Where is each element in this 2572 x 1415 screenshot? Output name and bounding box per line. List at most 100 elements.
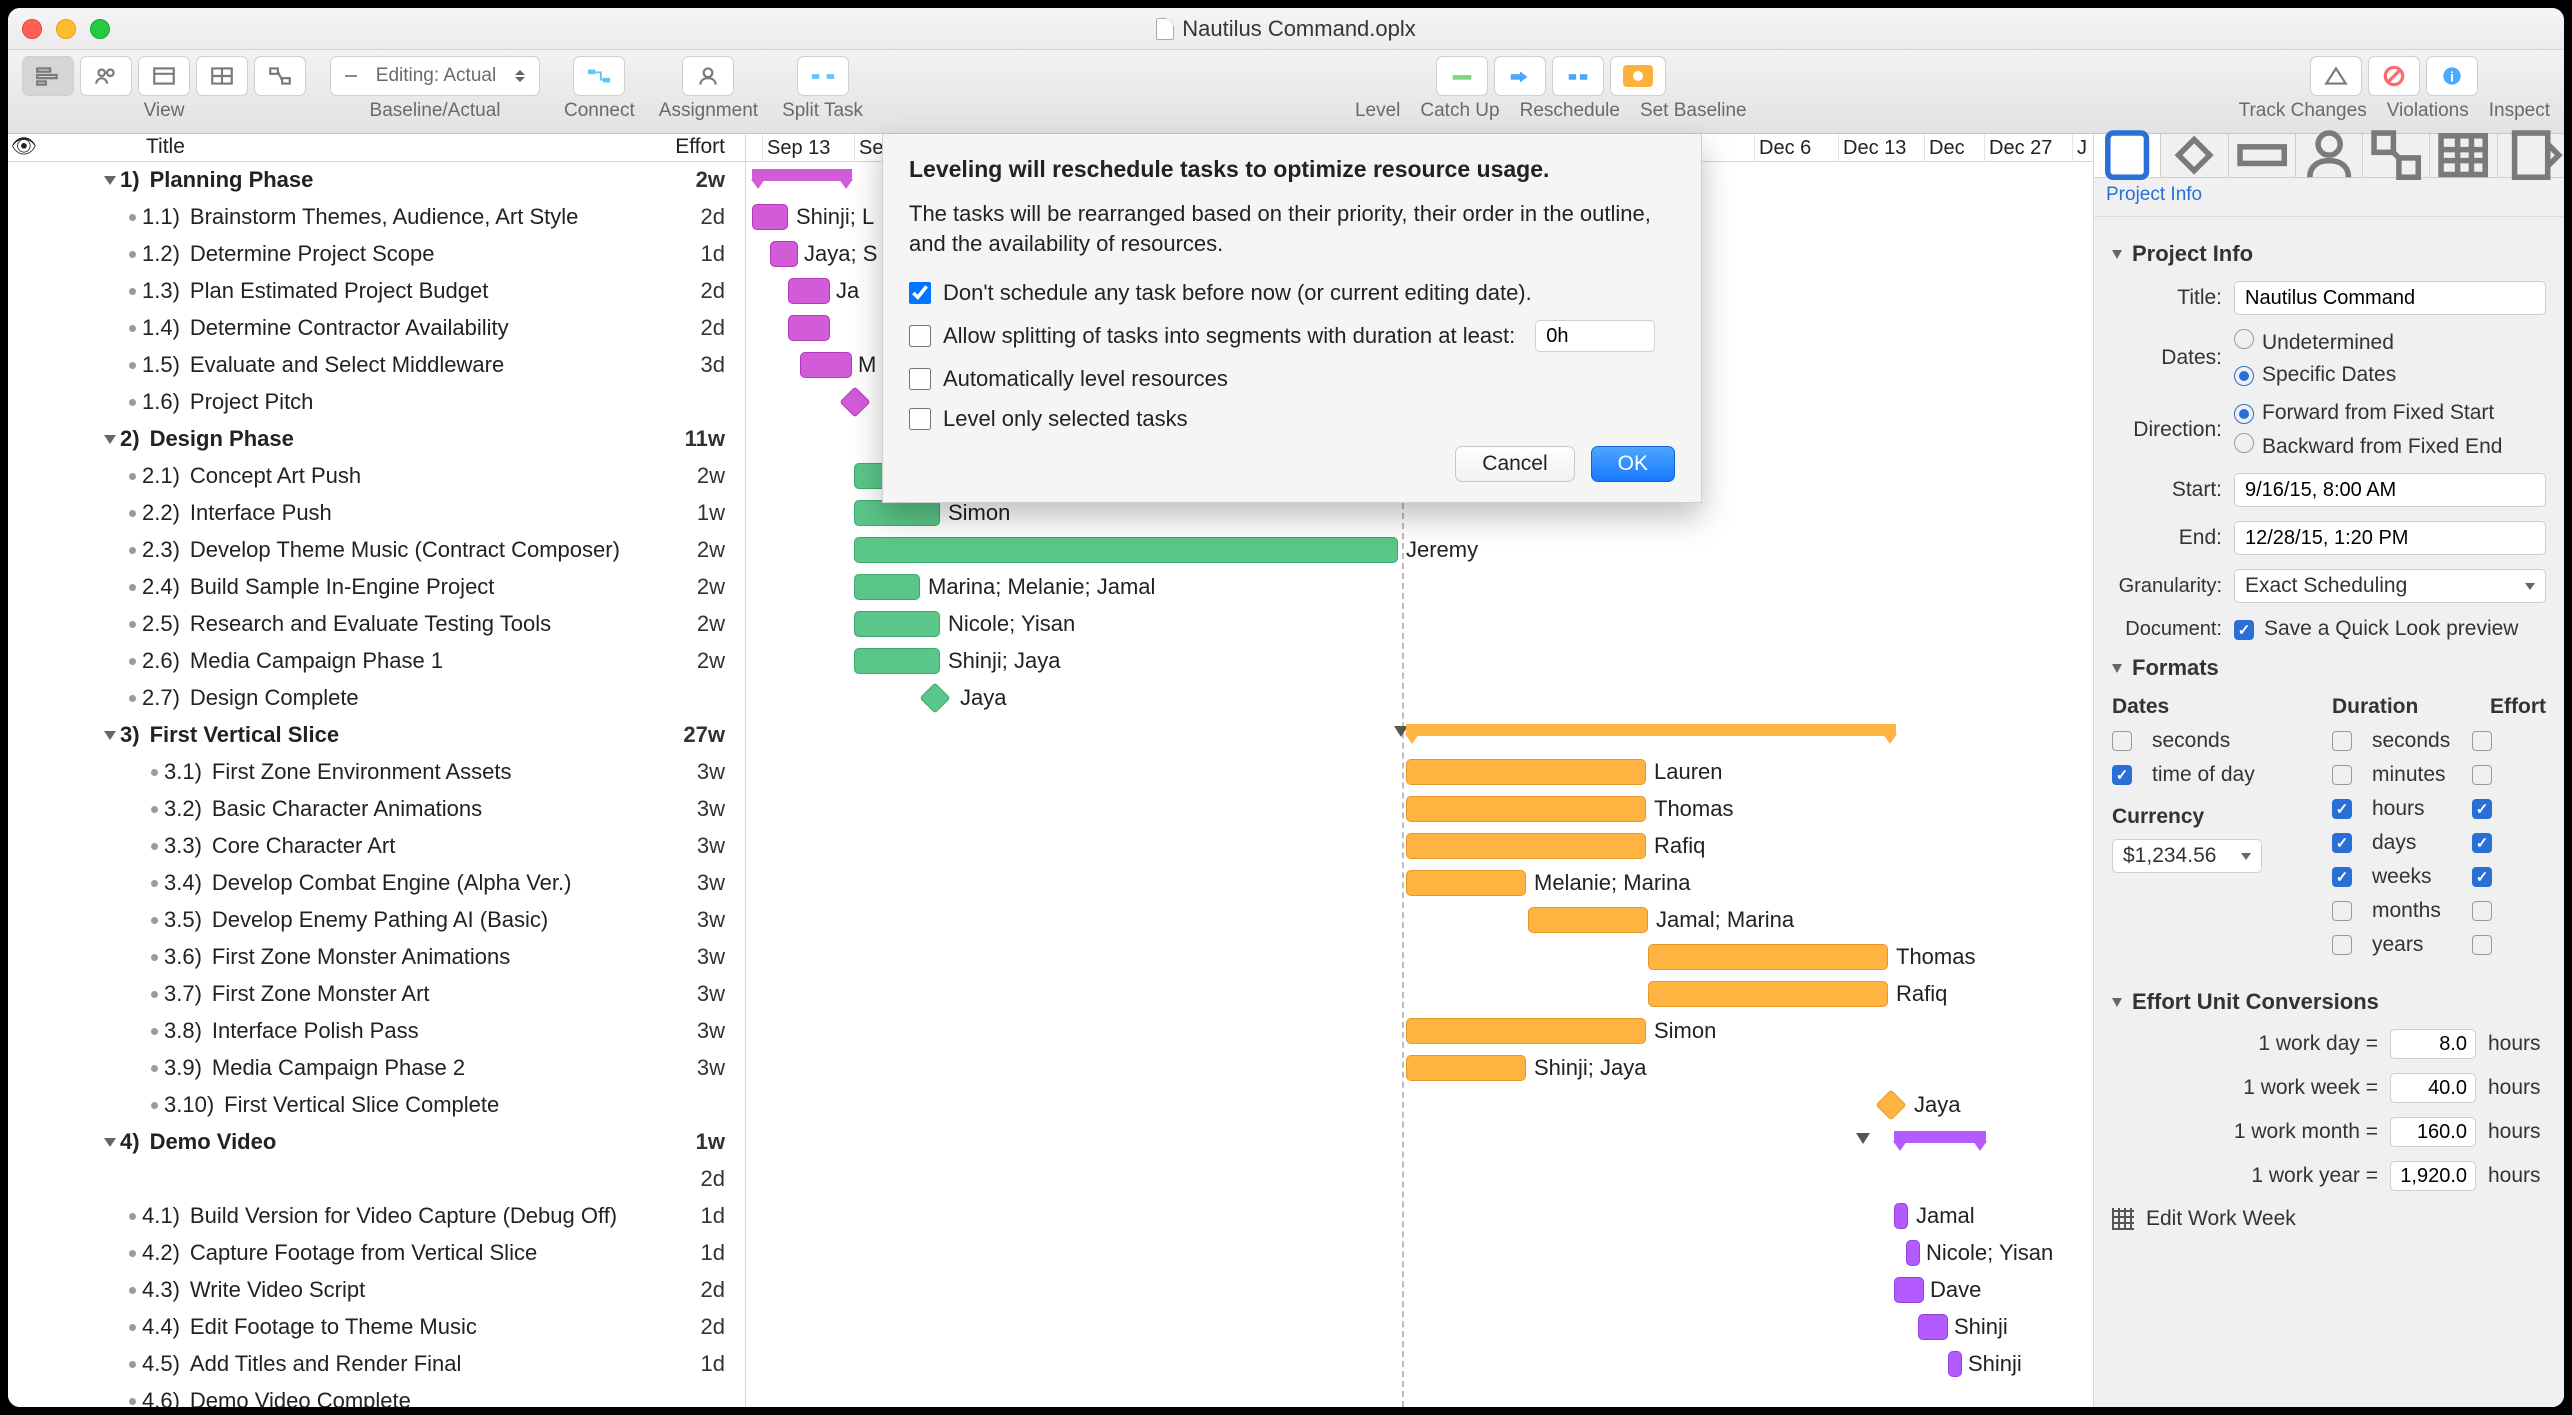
outline-row[interactable]: 4.2) Capture Footage from Vertical Slice…	[8, 1235, 745, 1272]
outline-row[interactable]: 1.6) Project Pitch	[8, 384, 745, 421]
outline-row[interactable]: 3.1) First Zone Environment Assets 3w	[8, 754, 745, 791]
outline-row[interactable]: 3) First Vertical Slice 27w	[8, 717, 745, 754]
project-title-input[interactable]	[2234, 281, 2546, 315]
task-bar[interactable]	[1406, 1055, 1526, 1081]
task-bar[interactable]	[854, 574, 920, 600]
level-only-selected-checkbox[interactable]: Level only selected tasks	[909, 406, 1675, 432]
duration-hours-checkbox[interactable]	[2332, 799, 2352, 819]
outline-row[interactable]: 1.4) Determine Contractor Availability 2…	[8, 310, 745, 347]
task-bar[interactable]	[854, 537, 1398, 563]
task-bar[interactable]	[854, 648, 940, 674]
task-bar[interactable]	[1894, 1203, 1908, 1229]
section-conversions[interactable]: Effort Unit Conversions	[2112, 989, 2546, 1015]
effort-weeks-checkbox[interactable]	[2472, 867, 2492, 887]
connect-button[interactable]	[573, 56, 625, 96]
assignment-button[interactable]	[682, 56, 734, 96]
task-bar[interactable]	[1648, 944, 1888, 970]
disclosure-triangle-icon[interactable]	[100, 435, 120, 444]
outline-row[interactable]: 4.5) Add Titles and Render Final 1d	[8, 1346, 745, 1383]
task-outline[interactable]: 👁 Title Effort 1) Planning Phase 2w 1.1)…	[8, 134, 746, 1407]
inspector-tab-styles[interactable]	[2363, 134, 2430, 177]
outline-row[interactable]: 2.6) Media Campaign Phase 1 2w	[8, 643, 745, 680]
outline-row[interactable]: 3.8) Interface Polish Pass 3w	[8, 1013, 745, 1050]
inspector-tab-resource[interactable]	[2296, 134, 2363, 177]
eye-icon[interactable]: 👁	[8, 135, 40, 159]
effort-hours-checkbox[interactable]	[2472, 799, 2492, 819]
outline-row[interactable]: 2.4) Build Sample In-Engine Project 2w	[8, 569, 745, 606]
effort-months-checkbox[interactable]	[2472, 901, 2492, 921]
milestone-diamond[interactable]	[839, 386, 870, 417]
edit-work-week-button[interactable]: Edit Work Week	[2112, 1207, 2546, 1231]
duration-seconds-checkbox[interactable]	[2332, 731, 2352, 751]
outline-row[interactable]: 3.3) Core Character Art 3w	[8, 828, 745, 865]
task-bar[interactable]	[1918, 1314, 1948, 1340]
dates-seconds-checkbox[interactable]: seconds	[2112, 729, 2230, 753]
outline-row[interactable]: 1) Planning Phase 2w	[8, 162, 745, 199]
outline-row[interactable]: 4) Demo Video 1w	[8, 1124, 745, 1161]
direction-backward-radio[interactable]: Backward from Fixed End	[2234, 433, 2502, 459]
split-duration-input[interactable]	[1535, 320, 1655, 352]
section-formats[interactable]: Formats	[2112, 655, 2546, 681]
inspect-button[interactable]: i	[2426, 56, 2478, 96]
currency-select[interactable]: $1,234.56	[2112, 839, 2262, 873]
task-bar[interactable]	[854, 500, 940, 526]
milestone-diamond[interactable]	[1875, 1089, 1906, 1120]
task-bar[interactable]	[1894, 1277, 1924, 1303]
inspector-tab-task[interactable]	[2229, 134, 2296, 177]
outline-row[interactable]: 3.9) Media Campaign Phase 2 3w	[8, 1050, 745, 1087]
summary-bar[interactable]	[1894, 1131, 1986, 1143]
duration-days-checkbox[interactable]	[2332, 833, 2352, 853]
outline-row[interactable]: 3.6) First Zone Monster Animations 3w	[8, 939, 745, 976]
outline-row[interactable]: 2.5) Research and Evaluate Testing Tools…	[8, 606, 745, 643]
ok-button[interactable]: OK	[1591, 446, 1675, 482]
task-bar[interactable]	[1648, 981, 1888, 1007]
conv-day-input[interactable]	[2390, 1029, 2476, 1059]
split-task-button[interactable]	[797, 56, 849, 96]
conv-month-input[interactable]	[2390, 1117, 2476, 1147]
outline-row[interactable]: 1.1) Brainstorm Themes, Audience, Art St…	[8, 199, 745, 236]
effort-days-checkbox[interactable]	[2472, 833, 2492, 853]
task-bar[interactable]	[752, 204, 788, 230]
duration-months-checkbox[interactable]	[2332, 901, 2352, 921]
outline-row[interactable]: 2.1) Concept Art Push 2w	[8, 458, 745, 495]
view-gantt-button[interactable]	[22, 56, 74, 96]
auto-level-checkbox[interactable]: Automatically level resources	[909, 366, 1675, 392]
outline-row[interactable]: 3.10) First Vertical Slice Complete	[8, 1087, 745, 1124]
outline-row[interactable]: 3.7) First Zone Monster Art 3w	[8, 976, 745, 1013]
column-title[interactable]: Title	[40, 135, 645, 159]
view-grid-button[interactable]	[196, 56, 248, 96]
outline-row[interactable]: 3.5) Develop Enemy Pathing AI (Basic) 3w	[8, 902, 745, 939]
view-resources-button[interactable]	[80, 56, 132, 96]
task-bar[interactable]	[788, 315, 830, 341]
outline-row[interactable]: 2d	[8, 1161, 745, 1198]
cancel-button[interactable]: Cancel	[1455, 446, 1574, 482]
baseline-actual-selector[interactable]: Editing: Actual	[330, 56, 540, 96]
catch-up-button[interactable]	[1494, 56, 1546, 96]
task-bar[interactable]	[854, 611, 940, 637]
direction-forward-radio[interactable]: Forward from Fixed Start	[2234, 401, 2502, 425]
effort-minutes-checkbox[interactable]	[2472, 765, 2492, 785]
outline-row[interactable]: 4.4) Edit Footage to Theme Music 2d	[8, 1309, 745, 1346]
task-bar[interactable]	[1406, 796, 1646, 822]
inspector-tab-export[interactable]	[2498, 134, 2564, 177]
duration-minutes-checkbox[interactable]	[2332, 765, 2352, 785]
outline-row[interactable]: 3.4) Develop Combat Engine (Alpha Ver.) …	[8, 865, 745, 902]
task-bar[interactable]	[1406, 1018, 1646, 1044]
conv-year-input[interactable]	[2390, 1161, 2476, 1191]
column-effort[interactable]: Effort	[645, 135, 745, 159]
outline-row[interactable]: 2.2) Interface Push 1w	[8, 495, 745, 532]
dates-undetermined-radio[interactable]: Undetermined	[2234, 329, 2396, 355]
outline-row[interactable]: 2.7) Design Complete	[8, 680, 745, 717]
task-bar[interactable]	[788, 278, 830, 304]
end-date-input[interactable]	[2234, 521, 2546, 555]
inspector-tab-project[interactable]	[2094, 134, 2161, 177]
task-bar[interactable]	[1406, 759, 1646, 785]
outline-row[interactable]: 3.2) Basic Character Animations 3w	[8, 791, 745, 828]
effort-years-checkbox[interactable]	[2472, 935, 2492, 955]
view-network-button[interactable]	[254, 56, 306, 96]
view-calendar-button[interactable]	[138, 56, 190, 96]
start-date-input[interactable]	[2234, 473, 2546, 507]
task-bar[interactable]	[1406, 833, 1646, 859]
task-bar[interactable]	[800, 352, 852, 378]
summary-bar[interactable]	[1406, 724, 1896, 736]
